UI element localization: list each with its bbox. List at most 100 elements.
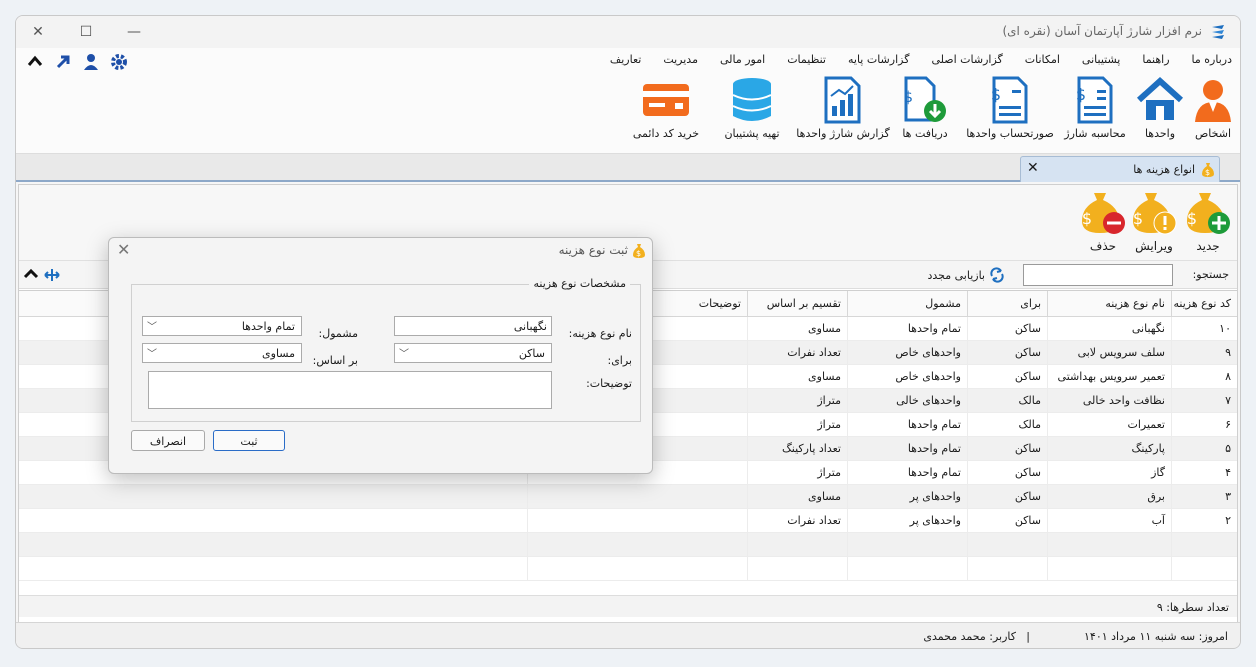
menu-main-reports[interactable]: گزارشات اصلی bbox=[931, 53, 1002, 66]
cell-name bbox=[1047, 557, 1171, 581]
dialog-title: ثبت نوع هزینه bbox=[558, 243, 628, 257]
person-icon bbox=[1195, 80, 1231, 122]
cell-basis bbox=[747, 557, 847, 581]
move-arrows-icon[interactable] bbox=[43, 266, 61, 284]
add-expense-type-dialog: $ ثبت نوع هزینه ✕ مشخصات نوع هزینه نام ن… bbox=[108, 237, 653, 474]
basis-label: بر اساس: bbox=[312, 354, 358, 367]
svg-text:$: $ bbox=[1082, 209, 1092, 228]
row-count-bar: تعداد سطرها: ۹ bbox=[19, 595, 1237, 617]
ribbon-unit-charge-report-button[interactable]: گزارش شارژ واحدها bbox=[792, 76, 894, 140]
cell-for: ساکن bbox=[967, 509, 1047, 533]
app-logo-icon bbox=[1212, 25, 1224, 39]
cell-inclusion: تمام واحدها bbox=[847, 317, 967, 341]
search-input[interactable] bbox=[1023, 264, 1173, 286]
for-value: ساکن bbox=[518, 347, 545, 360]
status-bar: امروز: سه شنبه ۱۱ مرداد ۱۴۰۱ | کاربر: مح… bbox=[16, 622, 1240, 648]
minimize-window-icon[interactable]: — bbox=[124, 22, 144, 42]
menu-basic-reports[interactable]: گزارشات پایه bbox=[848, 53, 909, 66]
table-row[interactable]: ۲ آب ساکن واحدهای پر تعداد نفرات bbox=[19, 509, 1237, 533]
money-bag-remove-icon: $ bbox=[1082, 193, 1125, 234]
status-user: کاربر: محمد محمدی bbox=[923, 630, 1016, 643]
ribbon-label: دریافت ها bbox=[902, 127, 948, 140]
cell-inclusion: تمام واحدها bbox=[847, 413, 967, 437]
close-tab-icon[interactable]: ✕ bbox=[1027, 160, 1039, 176]
new-label: جدید bbox=[1196, 239, 1220, 253]
ribbon-units-button[interactable]: واحدها bbox=[1134, 76, 1186, 140]
column-header-for[interactable]: برای bbox=[967, 291, 1047, 317]
menu-finance[interactable]: امور مالی bbox=[720, 53, 765, 66]
menu-definitions[interactable]: تعاریف bbox=[610, 53, 641, 66]
cell-code: ۷ bbox=[1171, 389, 1237, 413]
cell-basis: مساوی bbox=[747, 485, 847, 509]
empty-table-row[interactable] bbox=[19, 533, 1237, 557]
column-header-inclusion[interactable]: مشمول bbox=[847, 291, 967, 317]
chevron-down-icon: ﹀ bbox=[147, 322, 157, 333]
cell-name: آب bbox=[1047, 509, 1171, 533]
ribbon-label: اشخاص bbox=[1194, 127, 1232, 140]
refresh-button[interactable]: بازیابی مجدد bbox=[927, 267, 1005, 283]
cell-name: تعمیر سرویس بهداشتی bbox=[1047, 365, 1171, 389]
cell-code: ۴ bbox=[1171, 461, 1237, 485]
ribbon-persons-button[interactable]: اشخاص bbox=[1190, 76, 1236, 140]
column-header-basis[interactable]: تقسیم بر اساس bbox=[747, 291, 847, 317]
ribbon-charge-calc-button[interactable]: $ محاسبه شارژ bbox=[1062, 76, 1128, 140]
receipt-icon: $ bbox=[903, 76, 946, 122]
inclusion-select[interactable]: تمام واحدها ﹀ bbox=[142, 316, 302, 336]
cell-basis: متراژ bbox=[747, 413, 847, 437]
for-select[interactable]: ساکن ﹀ bbox=[394, 343, 552, 363]
close-window-icon[interactable]: ✕ bbox=[28, 22, 48, 42]
expense-name-input[interactable]: نگهبانی bbox=[394, 316, 552, 336]
svg-text:$: $ bbox=[1076, 85, 1086, 104]
menu-help[interactable]: راهنما bbox=[1142, 53, 1169, 66]
cell-name: برق bbox=[1047, 485, 1171, 509]
cell-for: ساکن bbox=[967, 485, 1047, 509]
arrow-up-right-icon[interactable] bbox=[54, 53, 72, 71]
cell-inclusion: واحدهای خاص bbox=[847, 365, 967, 389]
user-icon[interactable] bbox=[82, 53, 100, 71]
chevron-up-icon[interactable] bbox=[26, 53, 44, 71]
cell-inclusion bbox=[847, 557, 967, 581]
money-bag-add-icon: $ bbox=[1187, 193, 1230, 234]
basis-value: مساوی bbox=[262, 347, 295, 360]
ribbon-label: واحدها bbox=[1144, 127, 1176, 140]
cell-name: تعمیرات bbox=[1047, 413, 1171, 437]
new-button[interactable]: $ جدید bbox=[1183, 189, 1233, 253]
menu-about[interactable]: درباره ما bbox=[1192, 53, 1232, 66]
save-button[interactable]: ثبت bbox=[213, 430, 285, 451]
cell-code: ۳ bbox=[1171, 485, 1237, 509]
ribbon-label: صورتحساب واحدها bbox=[966, 127, 1054, 140]
inclusion-value: تمام واحدها bbox=[241, 320, 295, 333]
menu-settings[interactable]: تنظیمات bbox=[787, 53, 826, 66]
ribbon-label: تهیه پشتیبان bbox=[724, 127, 780, 140]
table-row[interactable]: ۳ برق ساکن واحدهای پر مساوی bbox=[19, 485, 1237, 509]
svg-text:$: $ bbox=[1205, 168, 1210, 177]
ribbon-buy-license-button[interactable]: خرید کد دائمی bbox=[628, 76, 704, 140]
cell-basis: تعداد نفرات bbox=[747, 509, 847, 533]
cancel-button[interactable]: انصراف bbox=[131, 430, 205, 451]
cell-name: پارکینگ bbox=[1047, 437, 1171, 461]
close-icon[interactable]: ✕ bbox=[117, 240, 130, 259]
gear-icon[interactable] bbox=[110, 53, 128, 71]
menu-features[interactable]: امکانات bbox=[1025, 53, 1060, 66]
menu-management[interactable]: مدیریت bbox=[663, 53, 698, 66]
column-header-name[interactable]: نام نوع هزینه bbox=[1047, 291, 1171, 317]
cell-basis: متراژ bbox=[747, 461, 847, 485]
maximize-window-icon[interactable]: ☐ bbox=[76, 22, 96, 42]
cell-for bbox=[967, 557, 1047, 581]
basis-select[interactable]: مساوی ﹀ bbox=[142, 343, 302, 363]
menu-support[interactable]: پشتیبانی bbox=[1082, 53, 1120, 66]
ribbon-backup-button[interactable]: تهیه پشتیبان bbox=[716, 76, 788, 140]
edit-button[interactable]: $ ویرایش bbox=[1129, 189, 1179, 253]
delete-button[interactable]: $ حذف bbox=[1079, 189, 1127, 253]
svg-text:$: $ bbox=[903, 88, 913, 106]
status-separator: | bbox=[1026, 630, 1030, 643]
empty-table-row[interactable] bbox=[19, 557, 1237, 581]
ribbon-statements-button[interactable]: $ صورتحساب واحدها bbox=[960, 76, 1060, 140]
tab-expense-types[interactable]: $ انواع هزینه ها ✕ bbox=[1020, 156, 1220, 182]
column-header-code[interactable]: کد نوع هزینه bbox=[1171, 291, 1237, 317]
cell-basis: تعداد پارکینگ bbox=[747, 437, 847, 461]
description-input[interactable] bbox=[148, 371, 552, 409]
cell-inclusion: واحدهای خاص bbox=[847, 341, 967, 365]
ribbon-receipts-button[interactable]: $ دریافت ها bbox=[898, 76, 952, 140]
collapse-icon[interactable] bbox=[23, 266, 39, 282]
